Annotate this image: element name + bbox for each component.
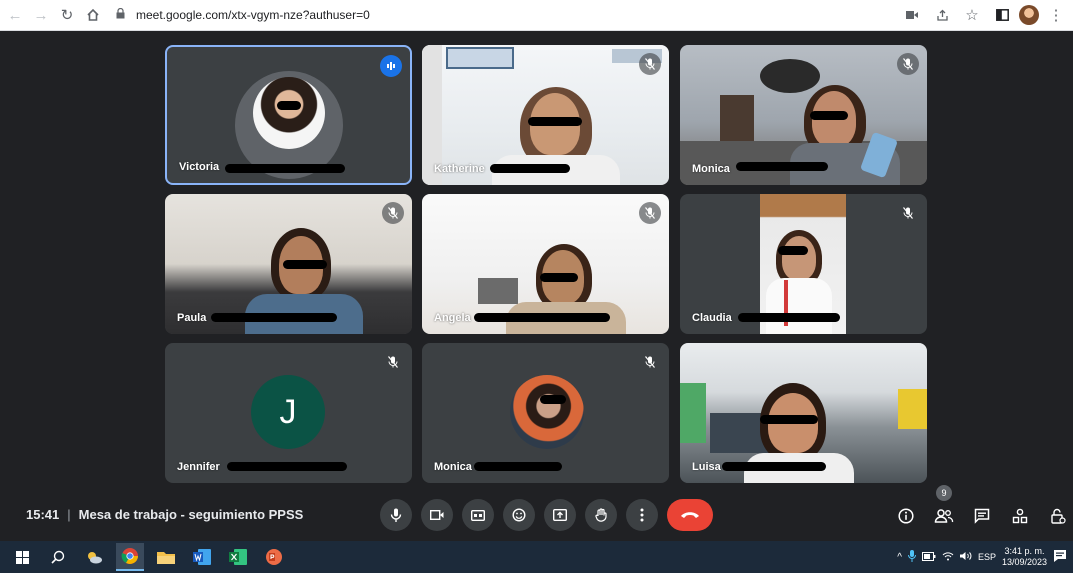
camera-button[interactable] <box>421 499 453 531</box>
meeting-details: 15:41 | Mesa de trabajo - seguimiento PP… <box>26 507 303 522</box>
participant-tile[interactable]: Katherine <box>422 45 669 185</box>
mic-off-icon <box>639 53 661 75</box>
file-explorer-icon[interactable] <box>152 543 180 571</box>
battery-icon[interactable] <box>921 551 936 563</box>
windows-start-icon[interactable] <box>8 543 36 571</box>
avatar <box>510 375 584 449</box>
wifi-icon[interactable] <box>942 551 954 563</box>
side-tools: 9 <box>893 485 1071 529</box>
more-menu-icon[interactable]: ⋮ <box>1043 4 1069 26</box>
participant-tile[interactable]: J Jennifer <box>165 343 412 483</box>
volume-icon[interactable] <box>959 551 972 563</box>
mic-off-icon <box>382 351 404 373</box>
mic-off-icon <box>897 53 919 75</box>
leave-call-button[interactable] <box>667 499 713 531</box>
people-button[interactable]: 9 <box>931 485 957 529</box>
meeting-details-icon[interactable] <box>893 503 919 529</box>
search-icon[interactable] <box>44 543 72 571</box>
chat-icon[interactable] <box>969 503 995 529</box>
captions-button[interactable] <box>462 499 494 531</box>
camera-in-use-icon[interactable] <box>899 4 925 26</box>
participant-tile[interactable]: Monica <box>680 45 927 185</box>
meet-stage: Victoria Katherine Monica Paula Angela C… <box>0 31 1073 541</box>
chevron-up-icon[interactable]: ^ <box>897 552 902 563</box>
weather-icon[interactable] <box>80 543 108 571</box>
share-icon[interactable] <box>929 4 955 26</box>
microphone-button[interactable] <box>380 499 412 531</box>
browser-toolbar: ← → ↻ meet.google.com/xtx-vgym-nze?authu… <box>0 0 1073 31</box>
language-indicator[interactable]: ESP <box>978 552 996 562</box>
meeting-time: 15:41 <box>26 507 60 522</box>
participant-tile[interactable]: Luisa <box>680 343 927 483</box>
avatar <box>253 77 325 149</box>
participant-tile[interactable]: Victoria <box>165 45 412 185</box>
bookmark-star-icon[interactable]: ☆ <box>959 4 985 26</box>
mic-off-icon <box>897 202 919 224</box>
clock-date: 13/09/2023 <box>1001 557 1047 567</box>
clock-time: 3:41 p. m. <box>1004 546 1045 556</box>
side-panel-icon[interactable] <box>989 4 1015 26</box>
participant-name: Paula <box>177 312 207 324</box>
separator: | <box>67 507 71 522</box>
system-tray: ^ ESP 3:41 p. m. 13/09/2023 <box>897 541 1067 573</box>
emoji-reactions-button[interactable] <box>503 499 535 531</box>
forward-icon[interactable]: → <box>30 4 52 26</box>
participant-name: Luisa <box>692 461 721 473</box>
back-icon[interactable]: ← <box>4 4 26 26</box>
more-options-icon[interactable] <box>626 499 658 531</box>
participant-tile[interactable]: Angela <box>422 194 669 334</box>
activities-icon[interactable] <box>1007 503 1033 529</box>
excel-icon[interactable] <box>224 543 252 571</box>
participant-name: Katherine <box>434 163 485 175</box>
home-icon[interactable] <box>82 4 104 26</box>
participant-name: Claudia <box>692 312 732 324</box>
profile-avatar[interactable] <box>1019 5 1039 25</box>
present-screen-button[interactable] <box>544 499 576 531</box>
mic-off-icon <box>382 202 404 224</box>
mic-off-icon <box>639 351 661 373</box>
participant-tile[interactable]: Claudia <box>680 194 927 334</box>
host-controls-icon[interactable] <box>1045 503 1071 529</box>
raise-hand-button[interactable] <box>585 499 617 531</box>
participant-name: Victoria <box>179 161 220 173</box>
avatar: J <box>251 375 325 449</box>
notifications-icon[interactable] <box>1053 549 1067 565</box>
powerpoint-icon[interactable] <box>260 543 288 571</box>
speaking-indicator-icon <box>380 55 402 77</box>
participant-tile[interactable]: Paula <box>165 194 412 334</box>
chrome-icon[interactable] <box>116 543 144 571</box>
word-icon[interactable] <box>188 543 216 571</box>
mic-in-use-icon[interactable] <box>907 550 916 564</box>
participant-name: Jennifer <box>177 461 220 473</box>
windows-taskbar: ^ ESP 3:41 p. m. 13/09/2023 <box>0 541 1073 573</box>
taskbar-clock[interactable]: 3:41 p. m. 13/09/2023 <box>1002 546 1047 568</box>
meeting-title: Mesa de trabajo - seguimiento PPSS <box>78 507 304 522</box>
lock-icon <box>116 7 130 22</box>
participant-name: Monica <box>434 461 472 473</box>
address-bar[interactable]: meet.google.com/xtx-vgym-nze?authuser=0 <box>116 4 370 26</box>
reload-icon[interactable]: ↻ <box>56 4 78 26</box>
participant-name: Angela <box>434 312 471 324</box>
participant-count-badge: 9 <box>936 485 952 501</box>
mic-off-icon <box>639 202 661 224</box>
url-text: meet.google.com/xtx-vgym-nze?authuser=0 <box>136 8 370 22</box>
participant-name: Monica <box>692 163 730 175</box>
participant-tile[interactable]: Monica <box>422 343 669 483</box>
call-controls <box>380 499 722 531</box>
